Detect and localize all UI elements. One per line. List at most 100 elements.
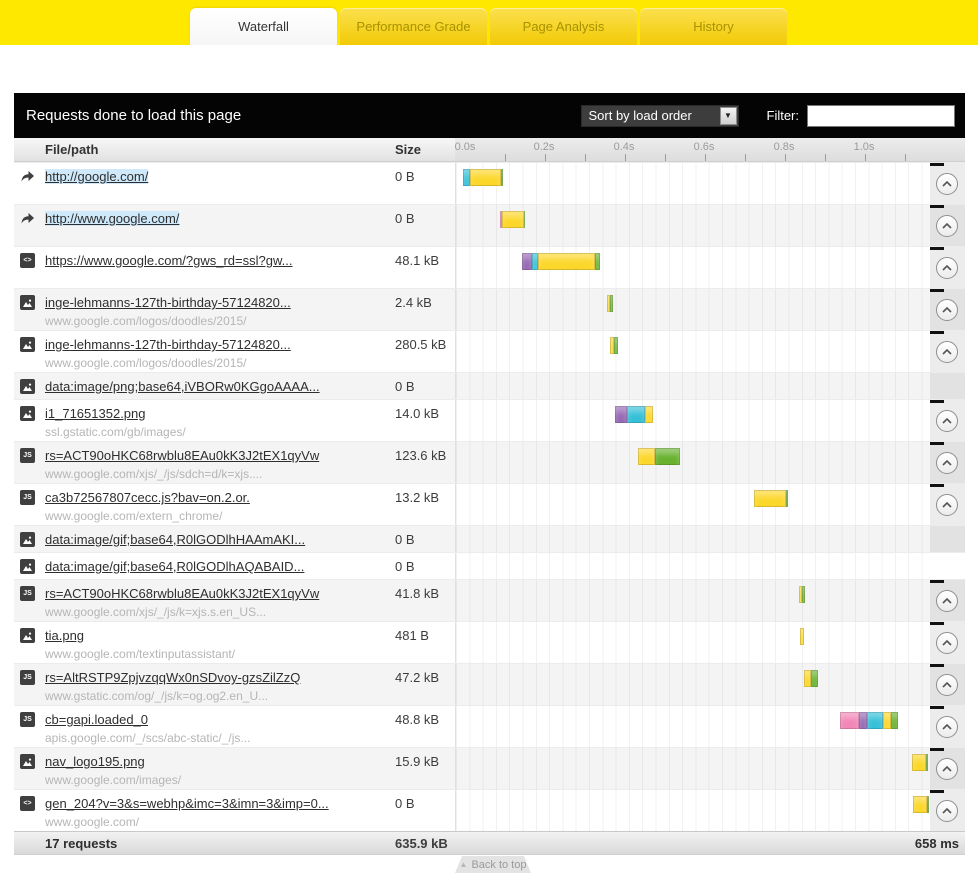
table-footer: 17 requests 635.9 kB 658 ms [14, 831, 965, 855]
filter-input[interactable] [807, 105, 955, 127]
tab-label: Waterfall [238, 19, 289, 34]
row-actions-cell [930, 442, 965, 483]
sort-select[interactable]: Sort by load order ▼ [581, 105, 739, 127]
size-value: 41.8 kB [395, 580, 455, 621]
file-link[interactable]: rs=ACT90oHKC68rwblu8EAu0kK3J2tEX1qyVw [45, 586, 319, 601]
bar-segment-wait [800, 628, 804, 645]
file-link[interactable]: nav_logo195.png [45, 754, 145, 769]
file-link[interactable]: inge-lehmanns-127th-birthday-57124820... [45, 337, 291, 352]
time-axis-label: 0.2s [527, 141, 561, 153]
triangle-up-icon: ▲ [460, 860, 468, 869]
file-link[interactable]: ca3b72567807cecc.js?bav=on.2.or. [45, 490, 250, 505]
image-icon [20, 406, 35, 421]
bar-segment-receive [595, 253, 600, 270]
bar-segment-wait [883, 712, 891, 729]
bar-segment-connect [627, 406, 645, 423]
file-link[interactable]: tia.png [45, 628, 84, 643]
file-subtitle: apis.google.com/_/scs/abc-static/_/js... [45, 731, 395, 745]
image-icon [20, 628, 35, 643]
js-icon: JS [20, 586, 35, 601]
collapse-row-button[interactable] [936, 452, 958, 474]
collapse-row-button[interactable] [936, 716, 958, 738]
waterfall-bar[interactable] [610, 337, 618, 354]
file-link[interactable]: rs=AltRSTP9ZpjvzqqWx0nSDvoy-gzsZilZzQ [45, 670, 300, 685]
file-link[interactable]: http://www.google.com/ [45, 211, 179, 226]
table-row: nav_logo195.pngwww.google.com/images/15.… [14, 747, 965, 789]
waterfall-bar[interactable] [912, 754, 928, 771]
bar-segment-wait [913, 796, 927, 813]
collapse-row-button[interactable] [936, 410, 958, 432]
row-actions-cell [930, 748, 965, 789]
row-tick-mark [930, 331, 944, 334]
collapse-row-button[interactable] [936, 215, 958, 237]
file-link[interactable]: data:image/gif;base64,R0lGODlhAQABAID... [45, 559, 304, 574]
size-value: 2.4 kB [395, 289, 455, 330]
size-value: 0 B [395, 163, 455, 204]
waterfall-bar[interactable] [800, 628, 804, 645]
size-value: 0 B [395, 373, 455, 399]
file-cell: inge-lehmanns-127th-birthday-57124820...… [14, 331, 395, 372]
collapse-row-button[interactable] [936, 800, 958, 822]
file-link[interactable]: i1_71651352.png [45, 406, 146, 421]
file-link[interactable]: inge-lehmanns-127th-birthday-57124820... [45, 295, 291, 310]
table-row: JSca3b72567807cecc.js?bav=on.2.or.www.go… [14, 483, 965, 525]
file-link[interactable]: cb=gapi.loaded_0 [45, 712, 148, 727]
collapse-row-button[interactable] [936, 173, 958, 195]
table-row: <> https://www.google.com/?gws_rd=ssl?gw.… [14, 246, 965, 288]
row-actions-cell [930, 553, 965, 579]
waterfall-bar[interactable] [754, 490, 788, 507]
collapse-row-button[interactable] [936, 674, 958, 696]
file-link[interactable]: data:image/gif;base64,R0lGODlhHAAmAKI... [45, 532, 305, 547]
tab-history[interactable]: History [640, 8, 787, 45]
row-tick-mark [930, 748, 944, 751]
waterfall-bar[interactable] [615, 406, 653, 423]
collapse-row-button[interactable] [936, 590, 958, 612]
collapse-row-button[interactable] [936, 257, 958, 279]
file-subtitle: www.google.com/extern_chrome/ [45, 509, 395, 523]
file-link[interactable]: data:image/png;base64,iVBORw0KGgoAAAA... [45, 379, 320, 394]
tab-performance-grade[interactable]: Performance Grade [340, 8, 487, 45]
column-header-size: Size [395, 138, 455, 161]
file-link[interactable]: http://google.com/ [45, 169, 148, 184]
image-icon [20, 559, 35, 574]
tab-page-analysis[interactable]: Page Analysis [490, 8, 637, 45]
waterfall-panel: Requests done to load this page Sort by … [14, 93, 965, 855]
waterfall-bar[interactable] [840, 712, 898, 729]
file-link[interactable]: https://www.google.com/?gws_rd=ssl?gw... [45, 253, 292, 268]
size-value: 48.1 kB [395, 247, 455, 288]
waterfall-bar[interactable] [463, 169, 503, 186]
collapse-row-button[interactable] [936, 494, 958, 516]
back-to-top-button[interactable]: ▲ Back to top [455, 856, 531, 873]
row-tick-mark [930, 580, 944, 583]
size-value: 0 B [395, 790, 455, 831]
waterfall-bar[interactable] [804, 670, 818, 687]
waterfall-bar[interactable] [913, 796, 929, 813]
time-axis-label: 0.8s [767, 141, 801, 153]
collapse-row-button[interactable] [936, 299, 958, 321]
timeline-cell [455, 790, 930, 831]
row-actions-cell [930, 289, 965, 330]
row-actions-cell [930, 400, 965, 441]
bar-segment-wait [645, 406, 653, 423]
timeline-cell [455, 442, 930, 483]
waterfall-bar[interactable] [522, 253, 600, 270]
image-icon [20, 295, 35, 310]
waterfall-bar[interactable] [500, 211, 525, 228]
waterfall-bar[interactable] [607, 295, 613, 312]
table-row: data:image/png;base64,iVBORw0KGgoAAAA...… [14, 372, 965, 399]
waterfall-bar[interactable] [799, 586, 805, 603]
timeline-cell [455, 664, 930, 705]
file-link[interactable]: rs=ACT90oHKC68rwblu8EAu0kK3J2tEX1qyVw [45, 448, 319, 463]
waterfall-bar[interactable] [638, 448, 680, 465]
bar-segment-wait [912, 754, 926, 771]
tab-waterfall[interactable]: Waterfall [190, 8, 337, 45]
file-cell: JSrs=AltRSTP9ZpjvzqqWx0nSDvoy-gzsZilZzQw… [14, 664, 395, 705]
code-icon: <> [20, 253, 35, 268]
row-actions-cell [930, 622, 965, 663]
collapse-row-button[interactable] [936, 632, 958, 654]
file-link[interactable]: gen_204?v=3&s=webhp&imc=3&imn=3&imp=0... [45, 796, 329, 811]
bar-segment-wait [538, 253, 595, 270]
collapse-row-button[interactable] [936, 341, 958, 363]
bar-segment-dns [840, 712, 859, 729]
collapse-row-button[interactable] [936, 758, 958, 780]
